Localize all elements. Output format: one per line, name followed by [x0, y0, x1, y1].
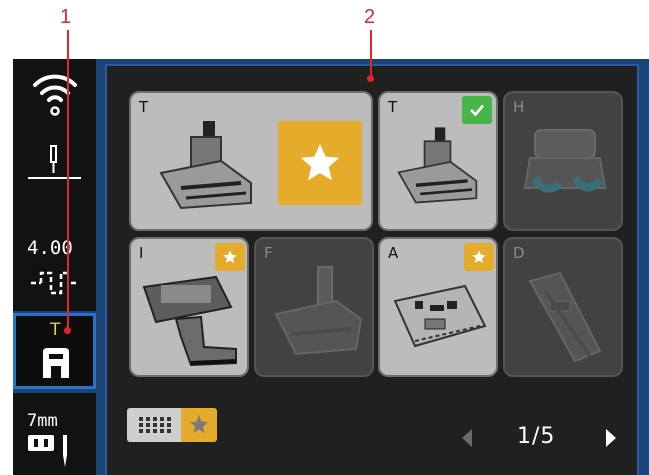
foot-letter: A	[388, 244, 399, 262]
grid-view-icon	[139, 417, 171, 433]
status-sidebar: 4.00 T 7mm	[13, 59, 96, 475]
foot-letter: T	[388, 98, 398, 116]
callout-dot-2	[367, 75, 374, 82]
needle-position[interactable]	[13, 121, 96, 201]
star-icon	[472, 250, 486, 263]
stitch-length-icon	[31, 271, 79, 295]
stitch-width-icon	[28, 435, 67, 467]
foot-tile-a-favorite[interactable]: A	[378, 237, 498, 377]
presser-foot-icon	[43, 348, 69, 378]
presser-foot-letter: T	[50, 320, 61, 340]
callout-line-1	[67, 30, 69, 330]
favorite-star-badge[interactable]	[464, 243, 494, 271]
foot-letter: T	[139, 98, 149, 116]
arrow-left-icon[interactable]	[460, 427, 474, 449]
favorite-star-badge[interactable]	[215, 243, 245, 271]
presser-foot-f-image	[274, 266, 363, 356]
callout-label-2: 2	[364, 6, 376, 28]
view-toggle[interactable]	[127, 408, 217, 442]
star-icon	[300, 143, 340, 181]
star-icon	[223, 250, 237, 263]
foot-letter: I	[139, 244, 144, 262]
stitch-width-value: 7mm	[27, 411, 58, 431]
presser-foot-d-image	[528, 271, 602, 363]
check-icon	[470, 104, 485, 117]
presser-foot-status[interactable]: T	[13, 313, 96, 389]
callout-dot-1	[64, 327, 71, 334]
favorites-view-button[interactable]	[181, 408, 217, 442]
foot-letter: H	[513, 98, 525, 116]
presser-foot-i-image	[142, 275, 237, 367]
foot-tile-f[interactable]: F	[254, 237, 374, 377]
selected-check-badge	[462, 96, 492, 124]
favorites-star-icon	[190, 415, 208, 433]
callout-line-2	[370, 30, 372, 78]
stitch-width[interactable]: 7mm	[13, 393, 96, 475]
presser-foot-h-image	[523, 129, 607, 193]
stitch-length[interactable]: 4.00	[13, 201, 96, 311]
foot-tile-h[interactable]: H	[503, 91, 623, 231]
favorite-star-large-badge[interactable]	[278, 121, 362, 205]
foot-tile-d[interactable]: D	[503, 237, 623, 377]
foot-tile-t-selected[interactable]: T	[378, 91, 498, 231]
foot-tile-t-favorite[interactable]: T	[129, 91, 373, 231]
wifi-status[interactable]	[13, 59, 96, 121]
presser-foot-t-image	[159, 121, 252, 210]
foot-letter: D	[513, 244, 525, 262]
foot-tile-i-favorite[interactable]: I	[129, 237, 249, 377]
wifi-icon	[33, 74, 77, 116]
presser-foot-t-image	[397, 127, 478, 204]
page-indicator: 1/5	[517, 424, 556, 449]
arrow-right-icon[interactable]	[604, 427, 618, 449]
needle-position-icon	[28, 145, 81, 179]
presser-foot-a-image	[393, 284, 487, 348]
callout-label-1: 1	[60, 6, 72, 28]
stitch-length-value: 4.00	[27, 237, 73, 259]
grid-view-button[interactable]	[127, 408, 181, 442]
